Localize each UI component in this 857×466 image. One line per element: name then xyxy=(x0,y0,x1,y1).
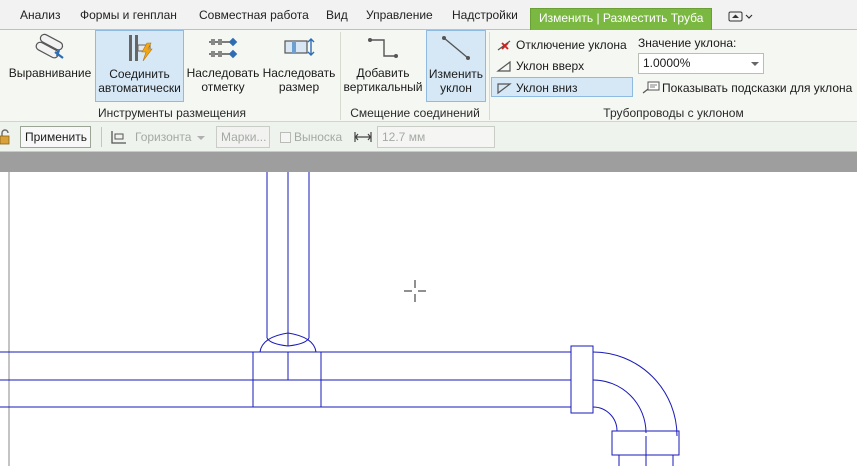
elbow-coupling xyxy=(570,345,594,414)
slope-down-label: Уклон вниз xyxy=(516,81,578,95)
vertical-pipe-down xyxy=(618,436,674,466)
inherit-elevation-label-2: отметку xyxy=(201,80,245,94)
slope-up-button[interactable]: Уклон вверх xyxy=(492,56,584,76)
lock-icon[interactable] xyxy=(0,129,10,145)
inherit-size-label-2: размер xyxy=(278,80,320,94)
add-vertical-button[interactable]: Добавить вертикальный xyxy=(342,30,424,102)
leader-length-input[interactable]: 12.7 мм xyxy=(377,126,495,148)
inherit-elevation-icon xyxy=(209,37,238,59)
autoconnect-label-2: автоматически xyxy=(98,81,181,95)
leader-length-icon xyxy=(354,132,372,142)
tab-view[interactable]: Вид xyxy=(326,8,348,22)
autoconnect-label-1: Соединить xyxy=(109,67,170,81)
change-slope-icon xyxy=(442,36,470,60)
marks-button[interactable]: Марки... xyxy=(216,126,270,148)
add-vertical-icon xyxy=(368,38,398,58)
elbow-inner-arc xyxy=(592,406,618,432)
apply-label: Применить xyxy=(25,130,88,144)
justify-label: Выравнивание xyxy=(8,66,92,80)
elbow-outer-arc xyxy=(592,351,678,437)
panel-separator xyxy=(340,32,341,120)
slope-value-label: Значение уклона: xyxy=(638,36,737,50)
tag-orientation-icon xyxy=(111,131,126,144)
inherit-size-label-1: Наследовать xyxy=(262,66,336,80)
slope-off-icon xyxy=(497,40,511,51)
inherit-elevation-button[interactable]: Наследовать отметку xyxy=(186,30,260,102)
ribbon-minimize-icon[interactable] xyxy=(727,10,755,24)
drawing-canvas[interactable] xyxy=(0,172,857,466)
tag-orientation-value: Горизонта xyxy=(135,130,192,144)
tab-collaborate[interactable]: Совместная работа xyxy=(199,8,309,22)
slope-off-button[interactable]: Отключение уклона xyxy=(492,35,627,55)
horizontal-pipe-left xyxy=(0,351,253,408)
marks-label: Марки... xyxy=(221,130,267,144)
add-vertical-label-1: Добавить xyxy=(356,66,410,80)
tee-centerlines xyxy=(253,352,321,381)
leader-length-value: 12.7 мм xyxy=(382,130,426,144)
tab-manage[interactable]: Управление xyxy=(366,8,433,22)
leader-label: Выноска xyxy=(294,130,343,144)
change-slope-label-1: Изменить xyxy=(428,67,484,81)
slope-down-button[interactable]: Уклон вниз xyxy=(491,77,633,97)
slope-up-icon xyxy=(496,60,511,72)
change-slope-button[interactable]: Изменить уклон xyxy=(426,30,486,102)
sloped-piping-panel-label: Трубопроводы с уклоном xyxy=(603,106,744,120)
pipe-drawing xyxy=(0,172,680,466)
autoconnect-icon xyxy=(128,35,153,62)
slope-value-dropdown[interactable]: 1.0000% xyxy=(638,53,764,74)
tab-analyze[interactable]: Анализ xyxy=(20,8,61,22)
slope-off-label: Отключение уклона xyxy=(516,38,627,52)
tab-massing-site[interactable]: Формы и генплан xyxy=(80,8,177,22)
separator xyxy=(101,127,102,147)
ribbon: Выравнивание Соединить автоматически Нас… xyxy=(0,30,857,122)
slope-value: 1.0000% xyxy=(643,56,691,70)
inherit-size-icon xyxy=(284,38,315,56)
apply-button[interactable]: Применить xyxy=(20,126,91,148)
slope-tooltip-icon xyxy=(642,81,660,94)
offset-connections-panel-label: Смещение соединений xyxy=(350,106,480,120)
view-tab-strip xyxy=(0,152,857,172)
elbow-center-arc xyxy=(592,379,647,434)
ribbon-tab-row: Анализ Формы и генплан Совместная работа… xyxy=(0,0,857,30)
slope-up-label: Уклон вверх xyxy=(516,59,585,73)
options-bar: Применить Горизонта Марки... Выноска 12.… xyxy=(0,122,857,152)
change-slope-label-2: уклон xyxy=(440,81,472,95)
pipe-lines xyxy=(0,172,680,466)
horizontal-pipe-right xyxy=(321,351,571,408)
tab-modify-place-pipe[interactable]: Изменить | Разместить Труба xyxy=(530,8,713,30)
justify-pipes-icon xyxy=(35,33,64,59)
add-vertical-label-2: вертикальный xyxy=(343,80,423,94)
leader-checkbox[interactable] xyxy=(280,132,291,143)
inherit-elevation-label-1: Наследовать xyxy=(186,66,260,80)
show-slope-tooltip-label: Показывать подсказки для уклона xyxy=(662,81,853,95)
slope-down-icon xyxy=(497,83,512,95)
autoconnect-button[interactable]: Соединить автоматически xyxy=(95,30,184,102)
inherit-size-button[interactable]: Наследовать размер xyxy=(262,30,336,102)
justify-button[interactable]: Выравнивание xyxy=(6,30,94,102)
tag-orientation-dropdown[interactable]: Горизонта xyxy=(130,126,210,148)
placement-tools-panel-label: Инструменты размещения xyxy=(97,106,247,120)
vertical-pipe xyxy=(266,172,310,346)
show-slope-tooltip-button[interactable]: Показывать подсказки для уклона xyxy=(638,78,852,98)
chevron-down-icon xyxy=(197,136,205,140)
tab-addins[interactable]: Надстройки xyxy=(452,8,518,22)
crosshair-cursor-icon xyxy=(404,280,426,302)
chevron-down-icon xyxy=(751,62,759,66)
